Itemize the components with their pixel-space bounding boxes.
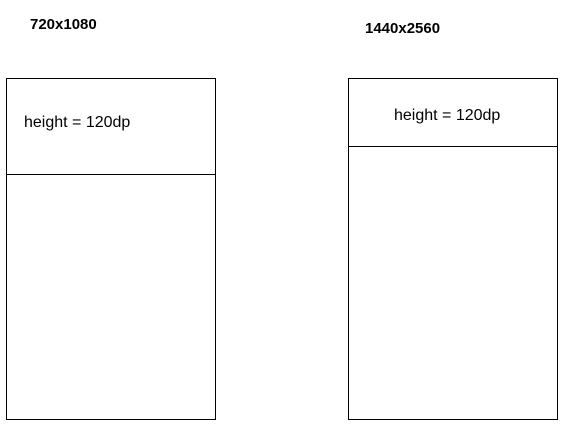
right-device-frame: height = 120dp <box>348 78 558 420</box>
left-device-frame: height = 120dp <box>6 78 216 420</box>
left-resolution-label: 720x1080 <box>30 16 97 33</box>
left-header-height-label: height = 120dp <box>24 114 131 131</box>
right-header-height-label: height = 120dp <box>394 107 501 124</box>
left-header-region: height = 120dp <box>7 79 215 175</box>
right-resolution-label: 1440x2560 <box>365 20 441 37</box>
right-header-region: height = 120dp <box>349 79 557 147</box>
